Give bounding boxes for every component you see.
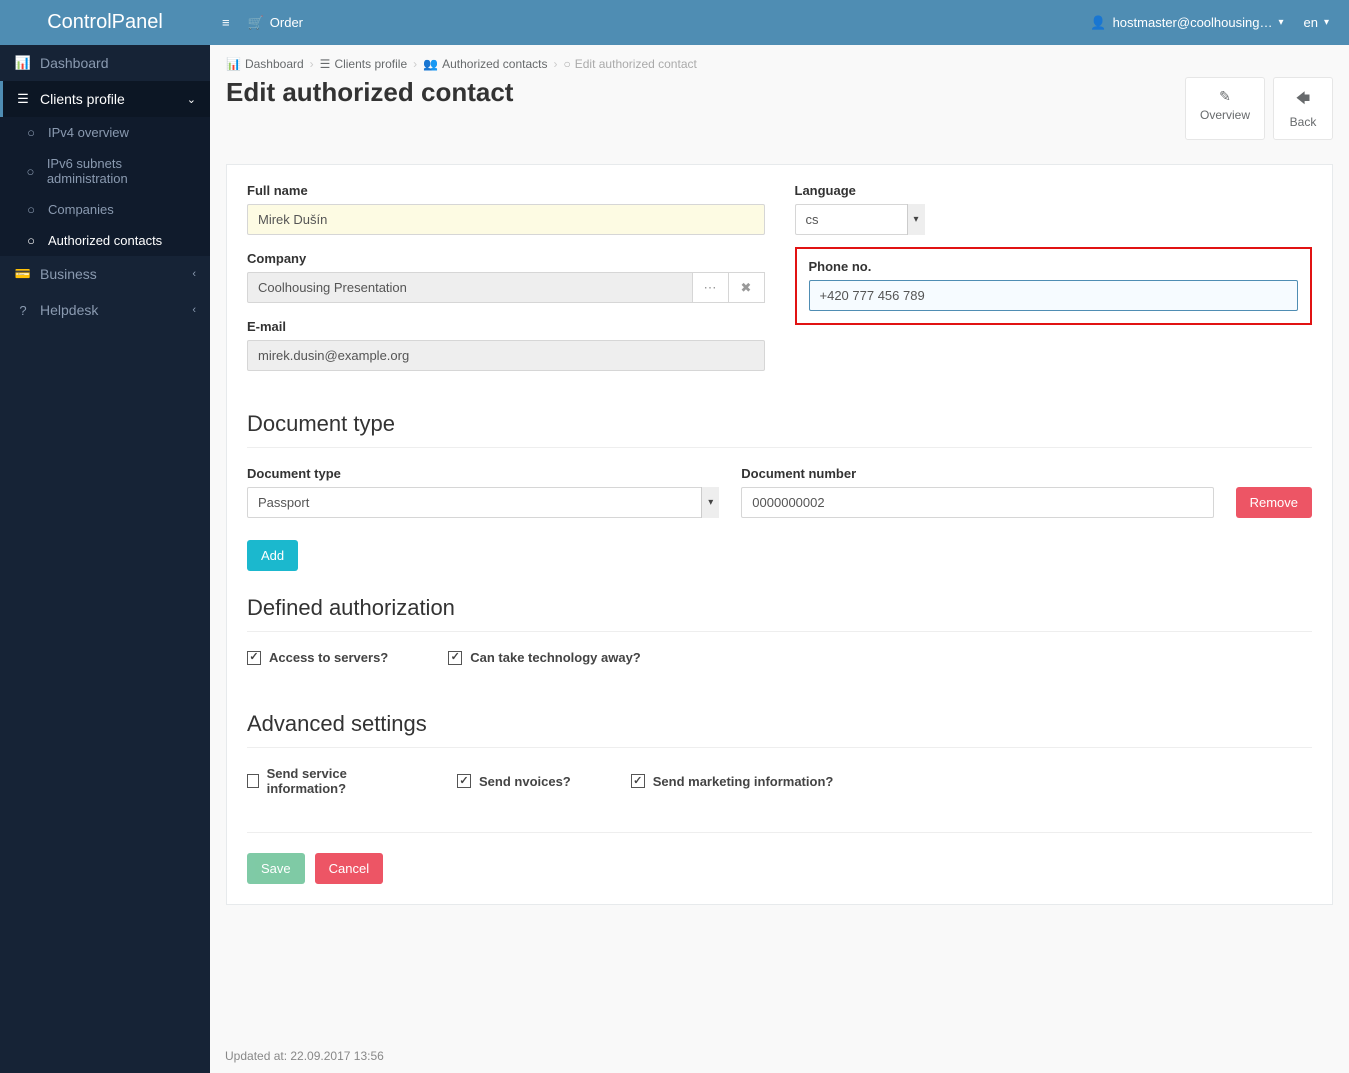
edit-form-panel: Full name Company ⋯ ✖ E-mail	[226, 164, 1333, 905]
sidebar-item-label: Business	[40, 266, 97, 282]
circle-icon: ○	[22, 164, 39, 179]
lang-menu[interactable]: en ▾	[1304, 15, 1330, 30]
sidebar-item-business[interactable]: 💳 Business ‹	[0, 256, 210, 292]
advanced-heading: Advanced settings	[247, 711, 1312, 737]
add-doc-button[interactable]: Add	[247, 540, 298, 571]
page-content: 📊Dashboard › ☰Clients profile › 👥Authori…	[210, 45, 1349, 1073]
sidebar-item-ipv6[interactable]: ○ IPv6 subnets administration	[0, 148, 210, 194]
users-icon: 👥	[423, 57, 438, 71]
sidebar-item-authorized-contacts[interactable]: ○ Authorized contacts	[0, 225, 210, 256]
send-service-check[interactable]: Send service information?	[247, 766, 397, 796]
updated-at-text: Updated at: 22.09.2017 13:56	[225, 1049, 384, 1063]
overview-button[interactable]: ✎ Overview	[1185, 77, 1265, 140]
page-title: Edit authorized contact	[226, 77, 513, 108]
breadcrumb-current: ○Edit authorized contact	[564, 57, 697, 71]
full-name-label: Full name	[247, 183, 765, 198]
company-options-button[interactable]: ⋯	[693, 272, 729, 303]
remove-doc-button[interactable]: Remove	[1236, 487, 1312, 518]
brand-title[interactable]: ControlPanel	[0, 11, 210, 34]
company-input	[247, 272, 693, 303]
take-tech-check[interactable]: Can take technology away?	[448, 650, 641, 665]
checkbox-icon	[247, 651, 261, 665]
hamburger-icon: ≡	[222, 15, 230, 30]
edit-icon: ✎	[1200, 88, 1250, 105]
breadcrumb-dashboard[interactable]: 📊Dashboard	[226, 57, 304, 71]
question-icon: ?	[14, 303, 32, 318]
circle-icon: ○	[564, 57, 571, 71]
checkbox-icon	[247, 774, 259, 788]
breadcrumb: 📊Dashboard › ☰Clients profile › 👥Authori…	[210, 45, 1349, 71]
divider	[247, 832, 1312, 833]
checkbox-icon	[448, 651, 462, 665]
email-label: E-mail	[247, 319, 765, 334]
dashboard-icon: 📊	[226, 57, 241, 71]
top-navbar: ControlPanel ≡ 🛒 Order 👤 hostmaster@cool…	[0, 0, 1349, 45]
lang-label: en	[1304, 15, 1318, 30]
checkbox-icon	[631, 774, 645, 788]
caret-down-icon: ▾	[1324, 17, 1329, 28]
sidebar-item-label: Dashboard	[40, 55, 109, 71]
divider	[247, 747, 1312, 748]
sidebar-item-label: Authorized contacts	[48, 233, 162, 248]
send-invoices-check[interactable]: Send nvoices?	[457, 766, 571, 796]
sidebar-item-label: IPv6 subnets administration	[47, 156, 196, 186]
breadcrumb-clients-profile[interactable]: ☰Clients profile	[320, 57, 407, 71]
cart-icon: 🛒	[248, 15, 264, 31]
doc-type-label: Document type	[247, 466, 719, 481]
document-type-heading: Document type	[247, 411, 1312, 437]
doc-number-input[interactable]	[741, 487, 1213, 518]
save-button[interactable]: Save	[247, 853, 305, 884]
sidebar-item-label: Helpdesk	[40, 302, 98, 318]
sidebar-item-dashboard[interactable]: 📊 Dashboard	[0, 45, 210, 81]
access-servers-check[interactable]: Access to servers?	[247, 650, 388, 665]
breadcrumb-authorized[interactable]: 👥Authorized contacts	[423, 57, 547, 71]
user-menu[interactable]: 👤 hostmaster@coolhousing… ▾	[1090, 15, 1283, 31]
phone-input[interactable]	[809, 280, 1299, 311]
list-icon: ☰	[14, 91, 32, 107]
sidebar: 📊 Dashboard ☰ Clients profile ⌄ ○ IPv4 o…	[0, 45, 210, 1073]
company-clear-button[interactable]: ✖	[729, 272, 765, 303]
wallet-icon: 💳	[14, 266, 32, 282]
doc-type-select[interactable]	[247, 487, 719, 518]
language-label: Language	[795, 183, 1313, 198]
list-icon: ☰	[320, 57, 331, 71]
back-button[interactable]: 🡄 Back	[1273, 77, 1333, 140]
user-label: hostmaster@coolhousing…	[1113, 15, 1273, 30]
sidebar-item-companies[interactable]: ○ Companies	[0, 194, 210, 225]
checkbox-icon	[457, 774, 471, 788]
sidebar-item-label: Companies	[48, 202, 114, 217]
divider	[247, 447, 1312, 448]
user-icon: 👤	[1090, 15, 1106, 31]
order-link[interactable]: 🛒 Order	[248, 15, 303, 31]
sidebar-item-helpdesk[interactable]: ? Helpdesk ‹	[0, 292, 210, 328]
sidebar-item-ipv4[interactable]: ○ IPv4 overview	[0, 117, 210, 148]
authorization-heading: Defined authorization	[247, 595, 1312, 621]
company-label: Company	[247, 251, 765, 266]
chevron-left-icon: ‹	[192, 268, 196, 280]
phone-label: Phone no.	[809, 259, 1299, 274]
doc-number-label: Document number	[741, 466, 1213, 481]
circle-icon: ○	[22, 125, 40, 140]
dashboard-icon: 📊	[14, 55, 32, 71]
menu-toggle[interactable]: ≡	[222, 15, 230, 30]
full-name-input[interactable]	[247, 204, 765, 235]
phone-highlight: Phone no.	[795, 247, 1313, 325]
close-circle-icon: ✖	[741, 280, 752, 296]
back-arrow-icon: 🡄	[1288, 88, 1318, 112]
caret-down-icon: ▾	[1278, 17, 1283, 28]
cancel-button[interactable]: Cancel	[315, 853, 383, 884]
circle-icon: ○	[22, 233, 40, 248]
sidebar-item-label: IPv4 overview	[48, 125, 129, 140]
chevron-down-icon: ⌄	[187, 93, 196, 106]
ellipsis-icon: ⋯	[704, 280, 717, 296]
email-input	[247, 340, 765, 371]
send-marketing-check[interactable]: Send marketing information?	[631, 766, 834, 796]
divider	[247, 631, 1312, 632]
chevron-left-icon: ‹	[192, 304, 196, 316]
sidebar-item-clients-profile[interactable]: ☰ Clients profile ⌄	[0, 81, 210, 117]
sidebar-item-label: Clients profile	[40, 91, 125, 107]
language-select[interactable]	[795, 204, 925, 235]
circle-icon: ○	[22, 202, 40, 217]
order-label: Order	[270, 15, 303, 30]
